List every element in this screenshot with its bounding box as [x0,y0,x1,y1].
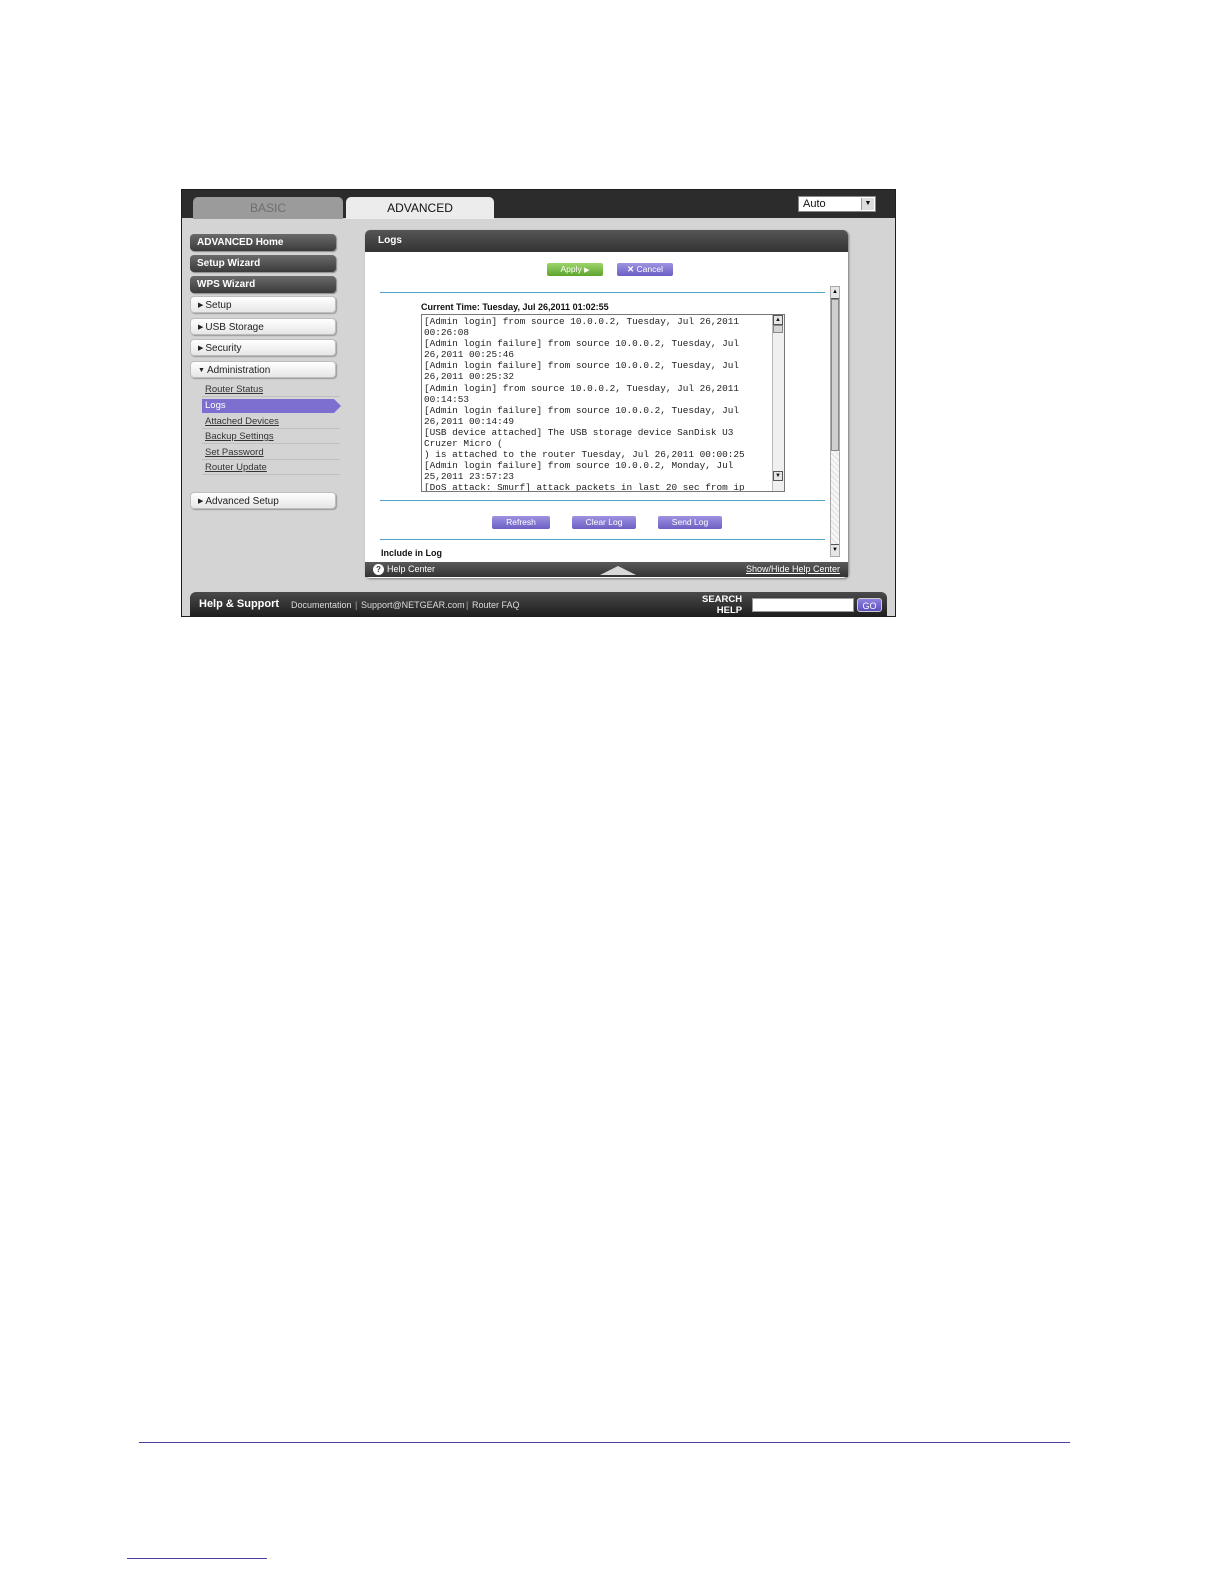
scroll-down-icon[interactable]: ▼ [773,471,783,481]
page-footer-rule [139,1442,1070,1443]
triangle-right-icon: ▶ [198,324,204,331]
tab-advanced[interactable]: ADVANCED [346,197,494,219]
scroll-up-icon[interactable]: ▲ [773,315,783,325]
nav-administration-label: Administration [206,365,271,376]
go-button[interactable]: GO [857,598,882,612]
chevron-up-icon[interactable] [600,566,636,575]
search-label-line2: HELP [716,605,743,616]
nav-advanced-setup-label: Advanced Setup [205,496,279,507]
nav-setup-label: Setup [205,300,232,311]
support-email-link[interactable]: Support@NETGEAR.com [361,600,465,610]
nav-usb-storage[interactable]: ▶ USB Storage [190,318,336,335]
scroll-down-icon[interactable]: ▼ [831,544,839,556]
nav-setup-wizard[interactable]: Setup Wizard [190,255,336,272]
search-label-line1: SEARCH [702,594,743,605]
scroll-up-icon[interactable]: ▲ [831,287,839,299]
sidebar-item-attached-devices[interactable]: Attached Devices [202,415,340,429]
nav-security[interactable]: ▶ Security [190,339,336,356]
cancel-button[interactable]: ✕ Cancel [617,263,673,276]
sidebar-item-router-update[interactable]: Router Update [202,461,340,475]
close-icon: ✕ [627,264,635,274]
nav-wps-wizard[interactable]: WPS Wizard [190,276,336,293]
router-faq-link[interactable]: Router FAQ [472,600,520,610]
panel-scrollbar[interactable]: ▲ ▼ [830,286,840,557]
play-icon: ▶ [584,267,590,274]
logs-panel: Logs Apply ▶ ✕ Cancel Current Time: Tues… [365,230,848,578]
nav-administration[interactable]: ▼ Administration [190,361,336,378]
language-select-value: Auto [803,198,826,210]
documentation-link[interactable]: Documentation [291,600,352,610]
top-tab-bar: BASIC ADVANCED Auto ▼ [182,190,895,219]
apply-button-label: Apply [560,264,582,274]
divider [380,292,825,293]
search-help-label: SEARCH HELP [702,594,742,616]
triangle-right-icon: ▶ [198,498,204,505]
help-center-label: Help Center [387,564,436,574]
log-scroll-thumb[interactable] [773,325,783,333]
page-title: Logs [365,230,848,252]
help-center-bar: ? Help Center Show/Hide Help Center [365,562,848,577]
router-admin-window: BASIC ADVANCED Auto ▼ ADVANCED Home Setu… [181,189,896,617]
include-in-log-heading: Include in Log [381,548,442,558]
log-text: [Admin login] from source 10.0.0.2, Tues… [424,316,745,492]
sidebar-item-router-status[interactable]: Router Status [202,383,340,397]
search-input[interactable] [752,598,854,612]
help-support-title: Help & Support [199,598,280,610]
triangle-right-icon: ▶ [198,345,204,352]
divider [380,500,825,501]
page-link-rule [127,1558,267,1559]
sidebar-item-backup-settings[interactable]: Backup Settings [202,430,340,444]
footer-separator: | [466,600,469,610]
chevron-down-icon: ▼ [861,198,874,210]
divider [380,539,825,540]
cancel-button-label: Cancel [636,264,663,274]
nav-usb-storage-label: USB Storage [205,322,264,333]
send-log-button[interactable]: Send Log [658,516,722,529]
log-textarea[interactable]: [Admin login] from source 10.0.0.2, Tues… [421,314,785,492]
question-icon: ? [373,564,384,575]
nav-security-label: Security [205,343,242,354]
nav-advanced-setup[interactable]: ▶ Advanced Setup [190,492,336,509]
triangle-down-icon: ▼ [198,367,205,374]
nav-advanced-home[interactable]: ADVANCED Home [190,234,336,251]
nav-setup[interactable]: ▶ Setup [190,296,336,313]
log-scrollbar[interactable]: ▲ ▼ [772,315,784,491]
language-select[interactable]: Auto ▼ [798,196,876,212]
current-time: Current Time: Tuesday, Jul 26,2011 01:02… [421,302,609,312]
clear-log-button[interactable]: Clear Log [572,516,636,529]
sidebar-item-logs[interactable]: Logs [202,399,341,413]
footer-separator: | [355,600,358,610]
panel-scroll-thumb[interactable] [831,299,839,451]
triangle-right-icon: ▶ [198,302,204,309]
sidebar-item-set-password[interactable]: Set Password [202,446,340,460]
tab-basic[interactable]: BASIC [193,197,343,219]
show-hide-help-link[interactable]: Show/Hide Help Center [746,562,840,577]
apply-button[interactable]: Apply ▶ [547,263,603,276]
help-support-footer: Help & Support Documentation | Support@N… [190,592,887,616]
refresh-button[interactable]: Refresh [492,516,550,529]
